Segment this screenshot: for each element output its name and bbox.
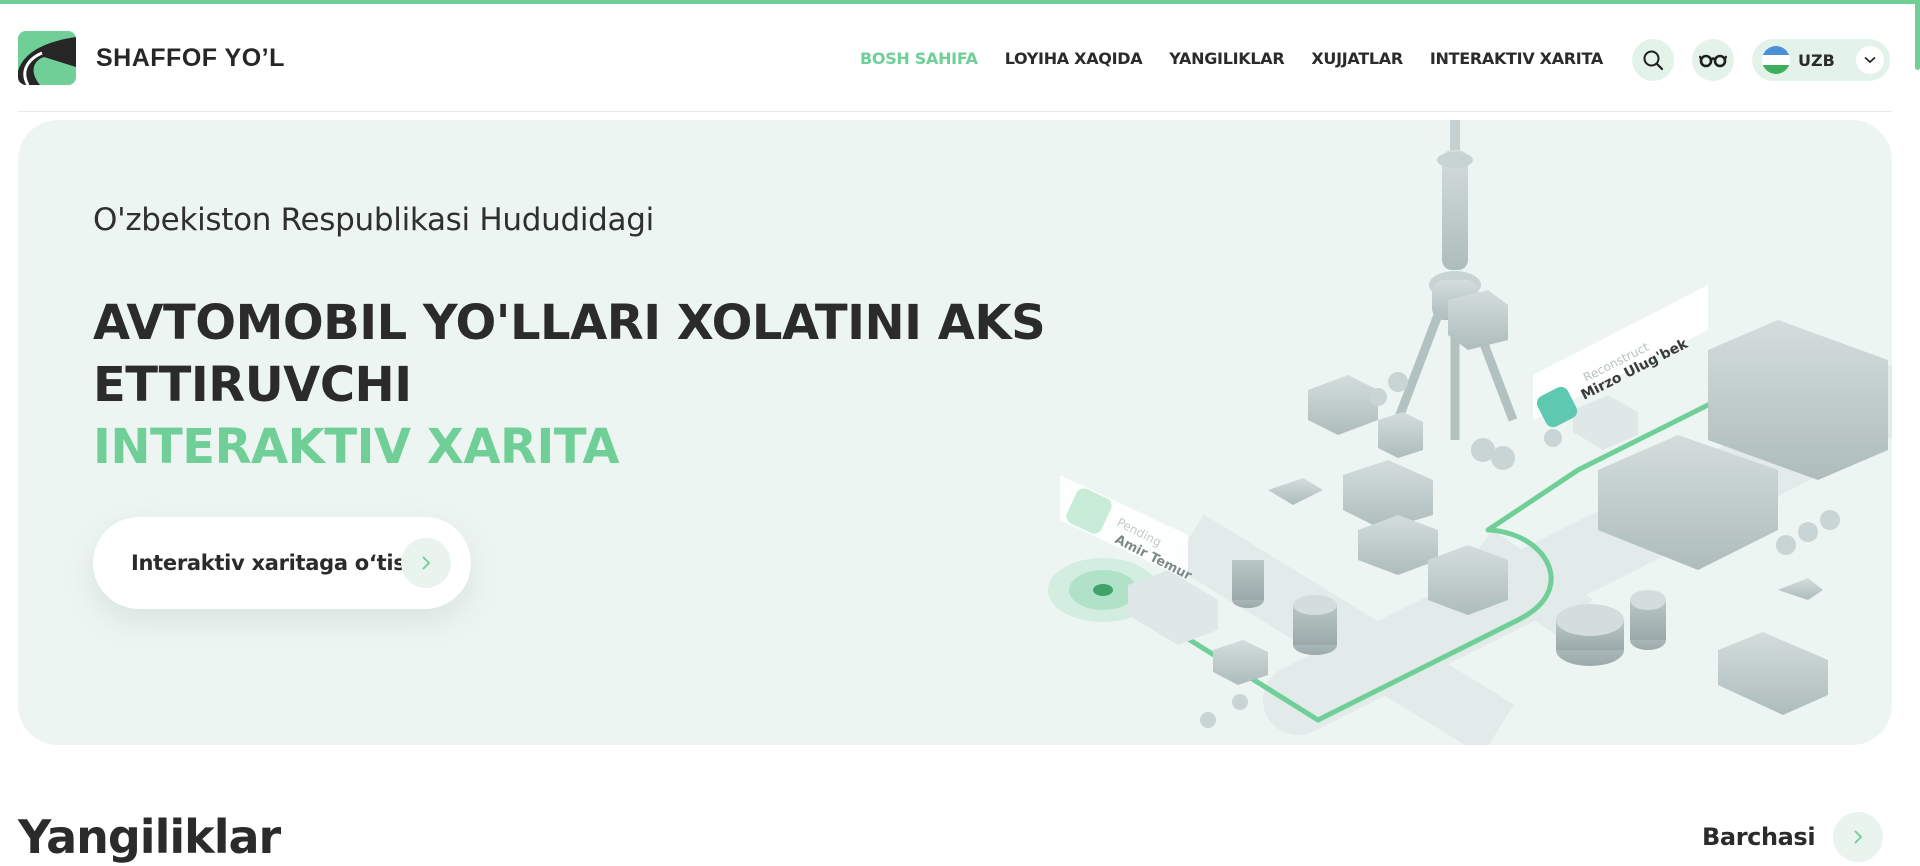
hero-title: AVTOMOBIL YO'LLARI XOLATINI AKS ETTIRUVC… <box>93 292 1046 478</box>
search-button[interactable] <box>1632 39 1674 81</box>
search-icon <box>1643 50 1664 71</box>
chevron-right-icon <box>401 538 451 588</box>
logo[interactable]: SHAFFOF YO’L <box>18 31 285 85</box>
nav-item-about[interactable]: LOYIHA XAQIDA <box>1005 49 1143 68</box>
hero-title-line2: ETTIRUVCHI <box>93 357 412 413</box>
hero-title-line1: AVTOMOBIL YO'LLARI XOLATINI AKS <box>93 295 1046 351</box>
news-section-title: Yangiliklar <box>18 810 281 864</box>
open-map-button-label: Interaktiv xaritaga o‘tish <box>131 551 421 575</box>
brand-name: SHAFFOF YO’L <box>96 43 285 72</box>
nav-item-interactive-map[interactable]: INTERAKTIV XARITA <box>1430 49 1603 68</box>
nav-item-documents[interactable]: XUJJATLAR <box>1311 49 1403 68</box>
chevron-right-icon <box>1833 812 1884 862</box>
glasses-icon <box>1699 54 1727 68</box>
main-nav: BOSH SAHIFA LOYIHA XAQIDA YANGILIKLAR XU… <box>860 49 1630 68</box>
see-all-news-link[interactable]: Barchasi <box>1702 812 1884 862</box>
open-map-button[interactable]: Interaktiv xaritaga o‘tish <box>93 517 471 609</box>
language-label: UZB <box>1798 50 1835 70</box>
hero-title-highlight: INTERAKTIV XARITA <box>93 419 619 475</box>
chevron-down-icon <box>1856 46 1884 74</box>
road-logo-icon <box>18 31 76 85</box>
hero-subtitle: O'zbekiston Respublikasi Hududidagi <box>93 202 654 238</box>
isometric-city-illustration: Reconstruct Mirzo Ulug'bek Pending Amir … <box>1048 120 1892 745</box>
see-all-label: Barchasi <box>1702 823 1816 851</box>
hero-banner: O'zbekiston Respublikasi Hududidagi AVTO… <box>18 120 1892 745</box>
site-header: SHAFFOF YO’L BOSH SAHIFA LOYIHA XAQIDA Y… <box>18 4 1892 112</box>
nav-item-news[interactable]: YANGILIKLAR <box>1169 49 1284 68</box>
nav-item-home[interactable]: BOSH SAHIFA <box>860 49 978 68</box>
accessibility-button[interactable] <box>1692 39 1734 81</box>
scrollbar[interactable] <box>1915 0 1920 70</box>
uzbekistan-flag-icon <box>1762 46 1790 74</box>
language-selector[interactable]: UZB <box>1752 39 1890 81</box>
